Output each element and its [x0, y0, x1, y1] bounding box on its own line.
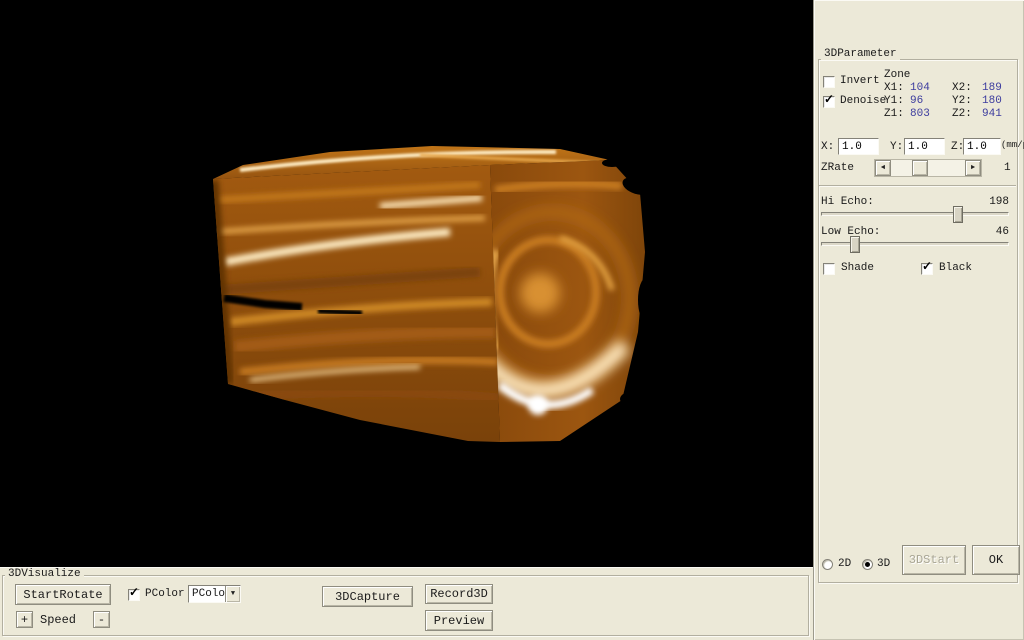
visualize-group-title: 3DVisualize: [5, 568, 84, 580]
app-window: 3DParameter Invert ✓ Denoise Zone X1: 10…: [0, 0, 1024, 640]
zone-z1-value: 803: [910, 108, 930, 120]
zone-x2-value: 189: [982, 82, 1002, 94]
scroll-right-icon[interactable]: ►: [965, 160, 981, 176]
zone-z1-label: Z1:: [884, 108, 904, 120]
black-label: Black: [939, 262, 972, 274]
hi-echo-label: Hi Echo:: [821, 196, 874, 208]
invert-label: Invert: [840, 75, 880, 87]
preview-button[interactable]: Preview: [425, 610, 493, 631]
zone-x1-label: X1:: [884, 82, 904, 94]
checkmark-icon: ✓: [824, 94, 834, 106]
dropdown-arrow-icon[interactable]: ▼: [225, 586, 240, 602]
low-echo-value: 46: [964, 226, 1009, 238]
mode-3d-radio[interactable]: [862, 559, 873, 570]
zrate-scrollbar[interactable]: ◄ ►: [874, 159, 982, 177]
denoise-label: Denoise: [840, 95, 886, 107]
zone-z2-value: 941: [982, 108, 1002, 120]
visualize-panel: 3DVisualize StartRotate + Speed - ✓ PCol…: [0, 567, 813, 640]
mode-3d-label: 3D: [877, 558, 890, 570]
zone-y2-value: 180: [982, 95, 1002, 107]
mode-2d-label: 2D: [838, 558, 851, 570]
scale-x-label: X:: [821, 141, 834, 153]
invert-checkbox[interactable]: [823, 76, 835, 88]
zrate-label: ZRate: [821, 162, 854, 174]
hi-echo-slider[interactable]: [821, 212, 1009, 216]
ok-button[interactable]: OK: [972, 545, 1020, 575]
parameter-panel: 3DParameter Invert ✓ Denoise Zone X1: 10…: [813, 0, 1024, 640]
pcolor-checkbox[interactable]: ✓: [128, 589, 140, 601]
zone-y2-label: Y2:: [952, 95, 972, 107]
record3d-button[interactable]: Record3D: [425, 584, 493, 604]
3dstart-button[interactable]: 3DStart: [902, 545, 966, 575]
zone-x2-label: X2:: [952, 82, 972, 94]
scale-unit-label: (mm/p): [1001, 140, 1024, 150]
zone-z2-label: Z2:: [952, 108, 972, 120]
3d-viewport[interactable]: [0, 0, 813, 567]
pcolor-label: PColor: [145, 588, 185, 600]
zrate-value: 1: [1004, 162, 1011, 174]
zone-x1-value: 104: [910, 82, 930, 94]
scale-x-input[interactable]: [838, 138, 879, 155]
hi-echo-value: 198: [964, 196, 1009, 208]
pcolor-select[interactable]: PColor ▼: [188, 585, 241, 603]
mode-2d-radio[interactable]: [822, 559, 833, 570]
shade-label: Shade: [841, 262, 874, 274]
hi-echo-slider-thumb[interactable]: [953, 206, 963, 223]
scale-y-input[interactable]: [904, 138, 945, 155]
zrate-scroll-thumb[interactable]: [912, 160, 928, 176]
denoise-checkbox[interactable]: ✓: [823, 96, 835, 108]
speed-label: Speed: [40, 613, 76, 627]
separator-line: [819, 185, 1016, 187]
checkmark-icon: ✓: [922, 261, 932, 273]
checkmark-icon: ✓: [129, 587, 139, 599]
low-echo-slider[interactable]: [821, 242, 1009, 246]
start-rotate-button[interactable]: StartRotate: [15, 584, 111, 605]
speed-minus-button[interactable]: -: [93, 611, 110, 628]
3dcapture-button[interactable]: 3DCapture: [322, 586, 413, 607]
shade-checkbox[interactable]: [823, 263, 835, 275]
speed-plus-button[interactable]: +: [16, 611, 33, 628]
scale-y-label: Y:: [890, 141, 903, 153]
scale-z-input[interactable]: [963, 138, 1001, 155]
scroll-left-icon[interactable]: ◄: [875, 160, 891, 176]
parameter-group-title: 3DParameter: [821, 48, 900, 60]
ultrasound-volume-render: [0, 0, 813, 567]
zone-label: Zone: [884, 69, 910, 81]
zone-y1-label: Y1:: [884, 95, 904, 107]
zone-y1-value: 96: [910, 95, 923, 107]
black-checkbox[interactable]: ✓: [921, 263, 933, 275]
low-echo-slider-thumb[interactable]: [850, 236, 860, 253]
